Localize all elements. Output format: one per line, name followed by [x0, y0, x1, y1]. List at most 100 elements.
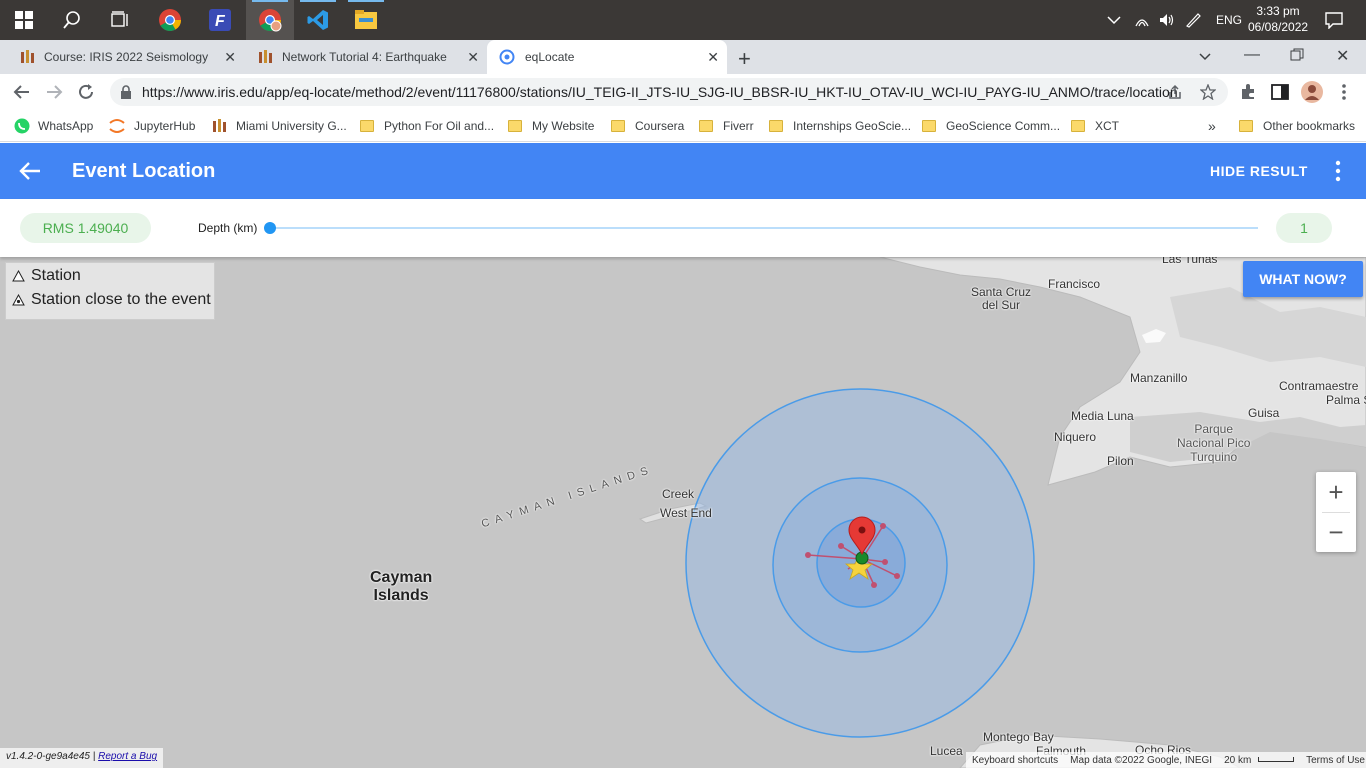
folder-icon	[1239, 120, 1253, 132]
task-view-icon[interactable]	[96, 0, 144, 40]
whatsapp-icon	[14, 118, 30, 134]
clock-date: 06/08/2022	[1248, 20, 1309, 34]
f-app-icon[interactable]: F	[196, 0, 244, 40]
keyboard-shortcuts-link[interactable]: Keyboard shortcuts	[972, 755, 1058, 766]
more-vert-icon[interactable]	[1330, 159, 1346, 183]
new-tab-icon[interactable]: +	[738, 46, 751, 72]
map-label: Santa Cruz del Sur	[971, 286, 1031, 312]
close-tab-icon[interactable]: ✕	[467, 49, 479, 66]
station-triangle-icon	[12, 270, 25, 282]
tab-title: eqLocate	[525, 50, 575, 64]
svg-text:F: F	[215, 13, 226, 30]
star-icon[interactable]	[1200, 84, 1216, 100]
lock-icon[interactable]	[120, 85, 132, 99]
windows-taskbar: F ENG 3:33 pm 06/08/2022	[0, 0, 1366, 40]
folder-icon	[699, 120, 713, 132]
bookmark-label: My Website	[532, 119, 595, 133]
zoom-in-button[interactable]: +	[1316, 472, 1356, 512]
bookmark-label: Other bookmarks	[1263, 119, 1356, 133]
bookmark-label: JupyterHub	[134, 119, 196, 133]
restore-icon[interactable]	[1290, 48, 1304, 67]
map-label-line: Turquino	[1190, 450, 1238, 464]
map-label: Francisco	[1048, 277, 1101, 291]
bookmark-whatsapp[interactable]: WhatsApp	[14, 116, 93, 136]
close-tab-icon[interactable]: ✕	[224, 49, 236, 66]
side-panel-icon[interactable]	[1268, 80, 1292, 104]
bookmarks-overflow-button[interactable]: »	[1208, 116, 1216, 136]
chrome-menu-icon[interactable]	[1332, 80, 1356, 104]
address-bar[interactable]: https://www.iris.edu/app/eq-locate/metho…	[110, 78, 1228, 106]
depth-slider-thumb[interactable]	[264, 222, 276, 234]
bookmark-xct[interactable]: XCT	[1071, 116, 1119, 136]
hide-result-button[interactable]: HIDE RESULT	[1210, 163, 1308, 179]
version-separator: |	[92, 751, 96, 762]
map-label: Media Luna	[1071, 409, 1134, 423]
wifi-icon[interactable]	[1134, 12, 1150, 28]
zoom-out-button[interactable]: −	[1316, 512, 1356, 552]
language-indicator[interactable]: ENG	[1216, 13, 1242, 27]
bookmark-miami[interactable]: Miami University G...	[212, 116, 347, 136]
report-bug-link[interactable]: Report a Bug	[98, 751, 157, 762]
bookmark-jupyterhub[interactable]: JupyterHub	[108, 116, 195, 136]
folder-icon	[922, 120, 936, 132]
chevron-up-icon[interactable]	[1106, 12, 1122, 28]
map-label: West End	[660, 506, 712, 520]
pen-icon[interactable]	[1184, 12, 1202, 28]
map-label: Manzanillo	[1130, 371, 1188, 385]
profile-avatar[interactable]	[1300, 80, 1324, 104]
chrome-profile-icon[interactable]	[246, 0, 294, 40]
clock[interactable]: 3:33 pm 06/08/2022	[1248, 3, 1308, 35]
eqlocate-favicon	[499, 49, 515, 65]
close-window-icon[interactable]: ✕	[1336, 46, 1349, 66]
minimize-icon[interactable]: —	[1244, 46, 1260, 64]
map-data-text[interactable]: Map data ©2022 Google, INEGI	[1070, 755, 1212, 766]
speaker-icon[interactable]	[1158, 12, 1176, 28]
bookmark-geoscience[interactable]: GeoScience Comm...	[922, 116, 1060, 136]
tab-network-tutorial[interactable]: Network Tutorial 4: Earthquake L ✕	[244, 40, 487, 74]
map-label: Guisa	[1248, 406, 1280, 420]
map-label: Pilon	[1107, 454, 1134, 468]
extensions-icon[interactable]	[1236, 80, 1260, 104]
what-now-button[interactable]: WHAT NOW?	[1243, 261, 1363, 297]
depth-slider-track[interactable]	[270, 227, 1258, 229]
map-label: Cayman Islands	[370, 569, 432, 605]
bookmark-label: Internships GeoScie...	[793, 119, 912, 133]
bookmark-fiverr[interactable]: Fiverr	[699, 116, 754, 136]
folder-icon	[1071, 120, 1085, 132]
tab-eqlocate[interactable]: eqLocate ✕	[487, 40, 727, 74]
url-text: https://www.iris.edu/app/eq-locate/metho…	[142, 84, 1178, 100]
map-view[interactable]: Las Tunas Francisco Santa Cruz del Sur M…	[0, 257, 1366, 768]
close-tab-icon[interactable]: ✕	[707, 49, 719, 66]
reload-icon[interactable]	[74, 80, 98, 104]
bookmark-python[interactable]: Python For Oil and...	[360, 116, 494, 136]
bookmark-coursera[interactable]: Coursera	[611, 116, 684, 136]
map-label: Las Tunas	[1162, 257, 1218, 266]
depth-label: Depth (km)	[198, 221, 258, 235]
other-bookmarks[interactable]: Other bookmarks	[1239, 116, 1355, 136]
legend-label: Station	[31, 267, 81, 284]
map-label: Contramaestre	[1279, 379, 1359, 393]
bookmark-my-website[interactable]: My Website	[508, 116, 594, 136]
terms-link[interactable]: Terms of Use	[1306, 755, 1365, 766]
search-icon[interactable]	[48, 0, 96, 40]
map-attribution: Keyboard shortcuts Map data ©2022 Google…	[966, 752, 1366, 768]
iris-favicon	[259, 50, 272, 63]
vscode-icon[interactable]	[294, 0, 342, 40]
tab-title: Network Tutorial 4: Earthquake L	[282, 50, 447, 64]
file-explorer-icon[interactable]	[342, 0, 390, 40]
forward-icon[interactable]	[42, 80, 66, 104]
notification-icon[interactable]	[1310, 0, 1358, 40]
chrome-icon[interactable]	[146, 0, 194, 40]
share-icon[interactable]	[1168, 84, 1184, 100]
bookmark-label: Miami University G...	[236, 119, 347, 133]
windows-start-icon[interactable]	[0, 0, 48, 40]
back-arrow-icon[interactable]	[16, 157, 44, 185]
tab-iris-course[interactable]: Course: IRIS 2022 Seismology Ski ✕	[0, 40, 244, 74]
back-icon[interactable]	[10, 80, 34, 104]
map-label-line: Cayman	[370, 569, 433, 586]
tab-strip: Course: IRIS 2022 Seismology Ski ✕ Netwo…	[0, 40, 1366, 106]
bookmark-internships[interactable]: Internships GeoScie...	[769, 116, 911, 136]
tab-search-icon[interactable]	[1197, 48, 1213, 69]
bookmark-label: Fiverr	[723, 119, 754, 133]
scale-bar[interactable]: 20 km	[1224, 755, 1295, 766]
